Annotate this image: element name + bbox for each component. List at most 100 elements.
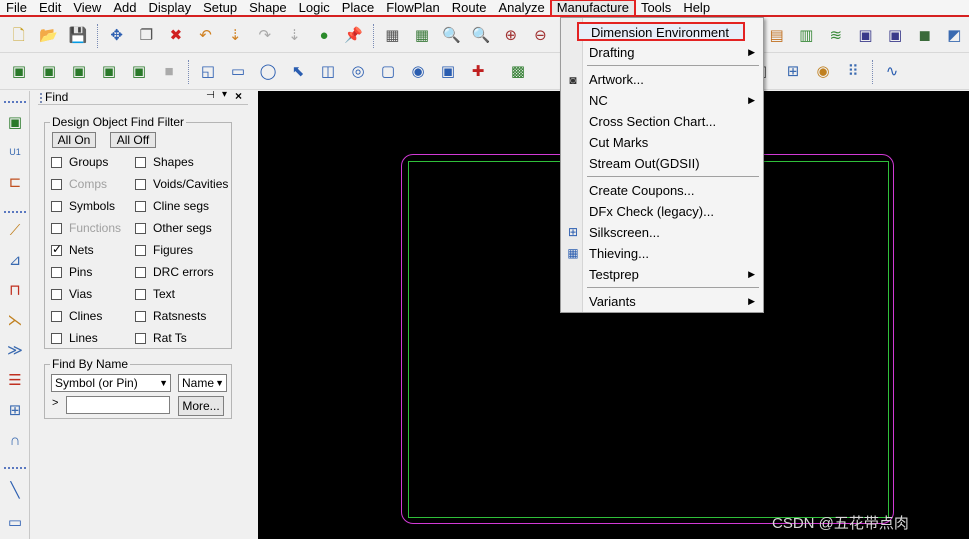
select-shape-icon[interactable]: ⬉ — [287, 61, 309, 83]
grid-alt-icon[interactable]: ▦ — [411, 25, 433, 47]
checkbox[interactable] — [51, 266, 62, 278]
filter-checkbox-row[interactable]: Text — [135, 287, 175, 301]
checkbox[interactable] — [135, 222, 146, 234]
array-icon[interactable]: ⠿ — [842, 61, 864, 83]
checkbox[interactable] — [51, 242, 62, 256]
more-button[interactable]: More... — [178, 396, 224, 416]
place-component-icon[interactable]: ▣ — [8, 61, 30, 83]
copy-icon[interactable]: ❐ — [136, 25, 158, 47]
checkbox[interactable] — [135, 178, 146, 190]
checkbox[interactable] — [51, 156, 62, 168]
menu-tools[interactable]: Tools — [635, 0, 677, 16]
menu-analyze[interactable]: Analyze — [492, 0, 550, 16]
dfa-icon[interactable]: ▣ — [884, 25, 906, 47]
filter-checkbox-row[interactable]: Groups — [51, 155, 108, 169]
filter-checkbox-row[interactable]: Pins — [51, 265, 92, 279]
waveform-icon[interactable]: ∿ — [881, 61, 903, 83]
filter-checkbox-row[interactable]: Figures — [135, 243, 193, 257]
menu-item-drafting[interactable]: Drafting — [589, 45, 635, 60]
grid-icon[interactable]: ▦ — [382, 25, 404, 47]
zoom-out-icon[interactable]: ⊖ — [530, 25, 552, 47]
filter-checkbox-row[interactable]: Nets — [51, 242, 94, 257]
checkbox[interactable] — [135, 310, 146, 322]
disabled-block-icon[interactable]: ■ — [158, 61, 180, 83]
checkbox[interactable] — [51, 310, 62, 322]
menu-add[interactable]: Add — [107, 0, 142, 16]
close-icon[interactable]: × — [235, 89, 242, 103]
u1-icon[interactable]: U1 — [4, 141, 26, 163]
checkbox[interactable] — [51, 332, 62, 344]
spread-icon[interactable]: ☰ — [4, 369, 26, 391]
menu-item-dfx-check[interactable]: DFx Check (legacy)... — [589, 204, 714, 219]
all-off-button[interactable]: All Off — [110, 132, 156, 148]
shape-delete-icon[interactable]: ✚ — [467, 61, 489, 83]
checkbox[interactable] — [135, 244, 146, 256]
filter-checkbox-row[interactable]: Shapes — [135, 155, 194, 169]
checkbox[interactable] — [135, 156, 146, 168]
menu-file[interactable]: File — [0, 0, 33, 16]
component-icon[interactable]: ▣ — [4, 111, 26, 133]
zoom-window-icon[interactable]: 🔍 — [470, 25, 492, 47]
menu-item-cut-marks[interactable]: Cut Marks — [589, 135, 648, 150]
checkbox[interactable] — [51, 222, 62, 234]
move-icon[interactable]: ✥ — [106, 25, 128, 47]
checkbox[interactable] — [135, 332, 146, 344]
line-icon[interactable]: ╲ — [4, 479, 26, 501]
menu-item-variants[interactable]: Variants — [589, 294, 636, 309]
shape-rect2-icon[interactable]: ▣ — [437, 61, 459, 83]
place-symbol-icon[interactable]: ▣ — [68, 61, 90, 83]
filter-checkbox-row[interactable]: Clines — [51, 309, 102, 323]
redo-icon[interactable]: ↷ — [254, 25, 276, 47]
menu-item-create-coupons[interactable]: Create Coupons... — [589, 183, 695, 198]
shape-void-icon[interactable]: ◫ — [317, 61, 339, 83]
delete-icon[interactable]: ✖ — [165, 25, 187, 47]
checkbox[interactable] — [51, 178, 62, 190]
name-mode-select[interactable]: Name ▼ — [178, 374, 227, 392]
filter-checkbox-row[interactable]: Lines — [51, 331, 98, 345]
filter-checkbox-row[interactable]: Vias — [51, 287, 92, 301]
checkbox[interactable] — [135, 288, 146, 300]
menu-help[interactable]: Help — [677, 0, 716, 16]
filter-checkbox-row[interactable]: DRC errors — [135, 265, 214, 279]
target-icon[interactable]: ◉ — [812, 61, 834, 83]
layers-icon[interactable]: ▤ — [766, 25, 788, 47]
menu-display[interactable]: Display — [142, 0, 197, 16]
arrow-down-icon[interactable]: ⇣ — [224, 25, 246, 47]
object-type-select[interactable]: Symbol (or Pin) ▼ — [51, 374, 171, 392]
checkbox[interactable] — [135, 266, 146, 278]
globe-icon[interactable]: ● — [313, 25, 335, 47]
dfm-icon[interactable]: ▩ — [507, 61, 529, 83]
shape-rect-icon[interactable]: ▭ — [227, 61, 249, 83]
chevron-down-icon[interactable]: ▾ — [222, 89, 227, 100]
menu-logic[interactable]: Logic — [293, 0, 336, 16]
pin-icon[interactable]: ⊣ — [206, 90, 215, 101]
place-via-icon[interactable]: ▣ — [98, 61, 120, 83]
pin-icon[interactable]: 📌 — [343, 25, 365, 47]
route-icon[interactable]: ⟋ — [4, 219, 26, 241]
arrow-down-disabled-icon[interactable]: ⇣ — [284, 25, 306, 47]
zoom-in-icon[interactable]: ⊕ — [500, 25, 522, 47]
menu-manufacture[interactable]: Manufacture — [549, 0, 636, 17]
new-file-icon[interactable]: 🗋 — [8, 25, 30, 47]
rat-icon[interactable]: ⊞ — [782, 61, 804, 83]
shape-edit-icon[interactable]: ◎ — [347, 61, 369, 83]
shape-polygon-icon[interactable]: ◱ — [197, 61, 219, 83]
rectangle-icon[interactable]: ▭ — [4, 511, 26, 533]
menu-setup[interactable]: Setup — [197, 0, 243, 16]
panel-grip[interactable] — [40, 93, 43, 103]
sem-icon[interactable]: ▣ — [855, 25, 877, 47]
shape-merge-icon[interactable]: ▢ — [377, 61, 399, 83]
menu-item-cross-section-chart[interactable]: Cross Section Chart... — [589, 114, 716, 129]
chip-icon[interactable]: ◩ — [944, 25, 966, 47]
zoom-fit-icon[interactable]: 🔍 — [441, 25, 463, 47]
undo-icon[interactable]: ↶ — [195, 25, 217, 47]
filter-checkbox-row[interactable]: Cline segs — [135, 199, 209, 213]
delay-tune-icon[interactable]: ⊓ — [4, 279, 26, 301]
menu-edit[interactable]: Edit — [33, 0, 67, 16]
menu-item-testprep[interactable]: Testprep — [589, 267, 639, 282]
shape-circle2-icon[interactable]: ◉ — [407, 61, 429, 83]
menu-item-dimension-environment[interactable]: Dimension Environment — [577, 22, 745, 41]
place-text-icon[interactable]: ▣ — [128, 61, 150, 83]
all-on-button[interactable]: All On — [52, 132, 96, 148]
menu-view[interactable]: View — [67, 0, 107, 16]
